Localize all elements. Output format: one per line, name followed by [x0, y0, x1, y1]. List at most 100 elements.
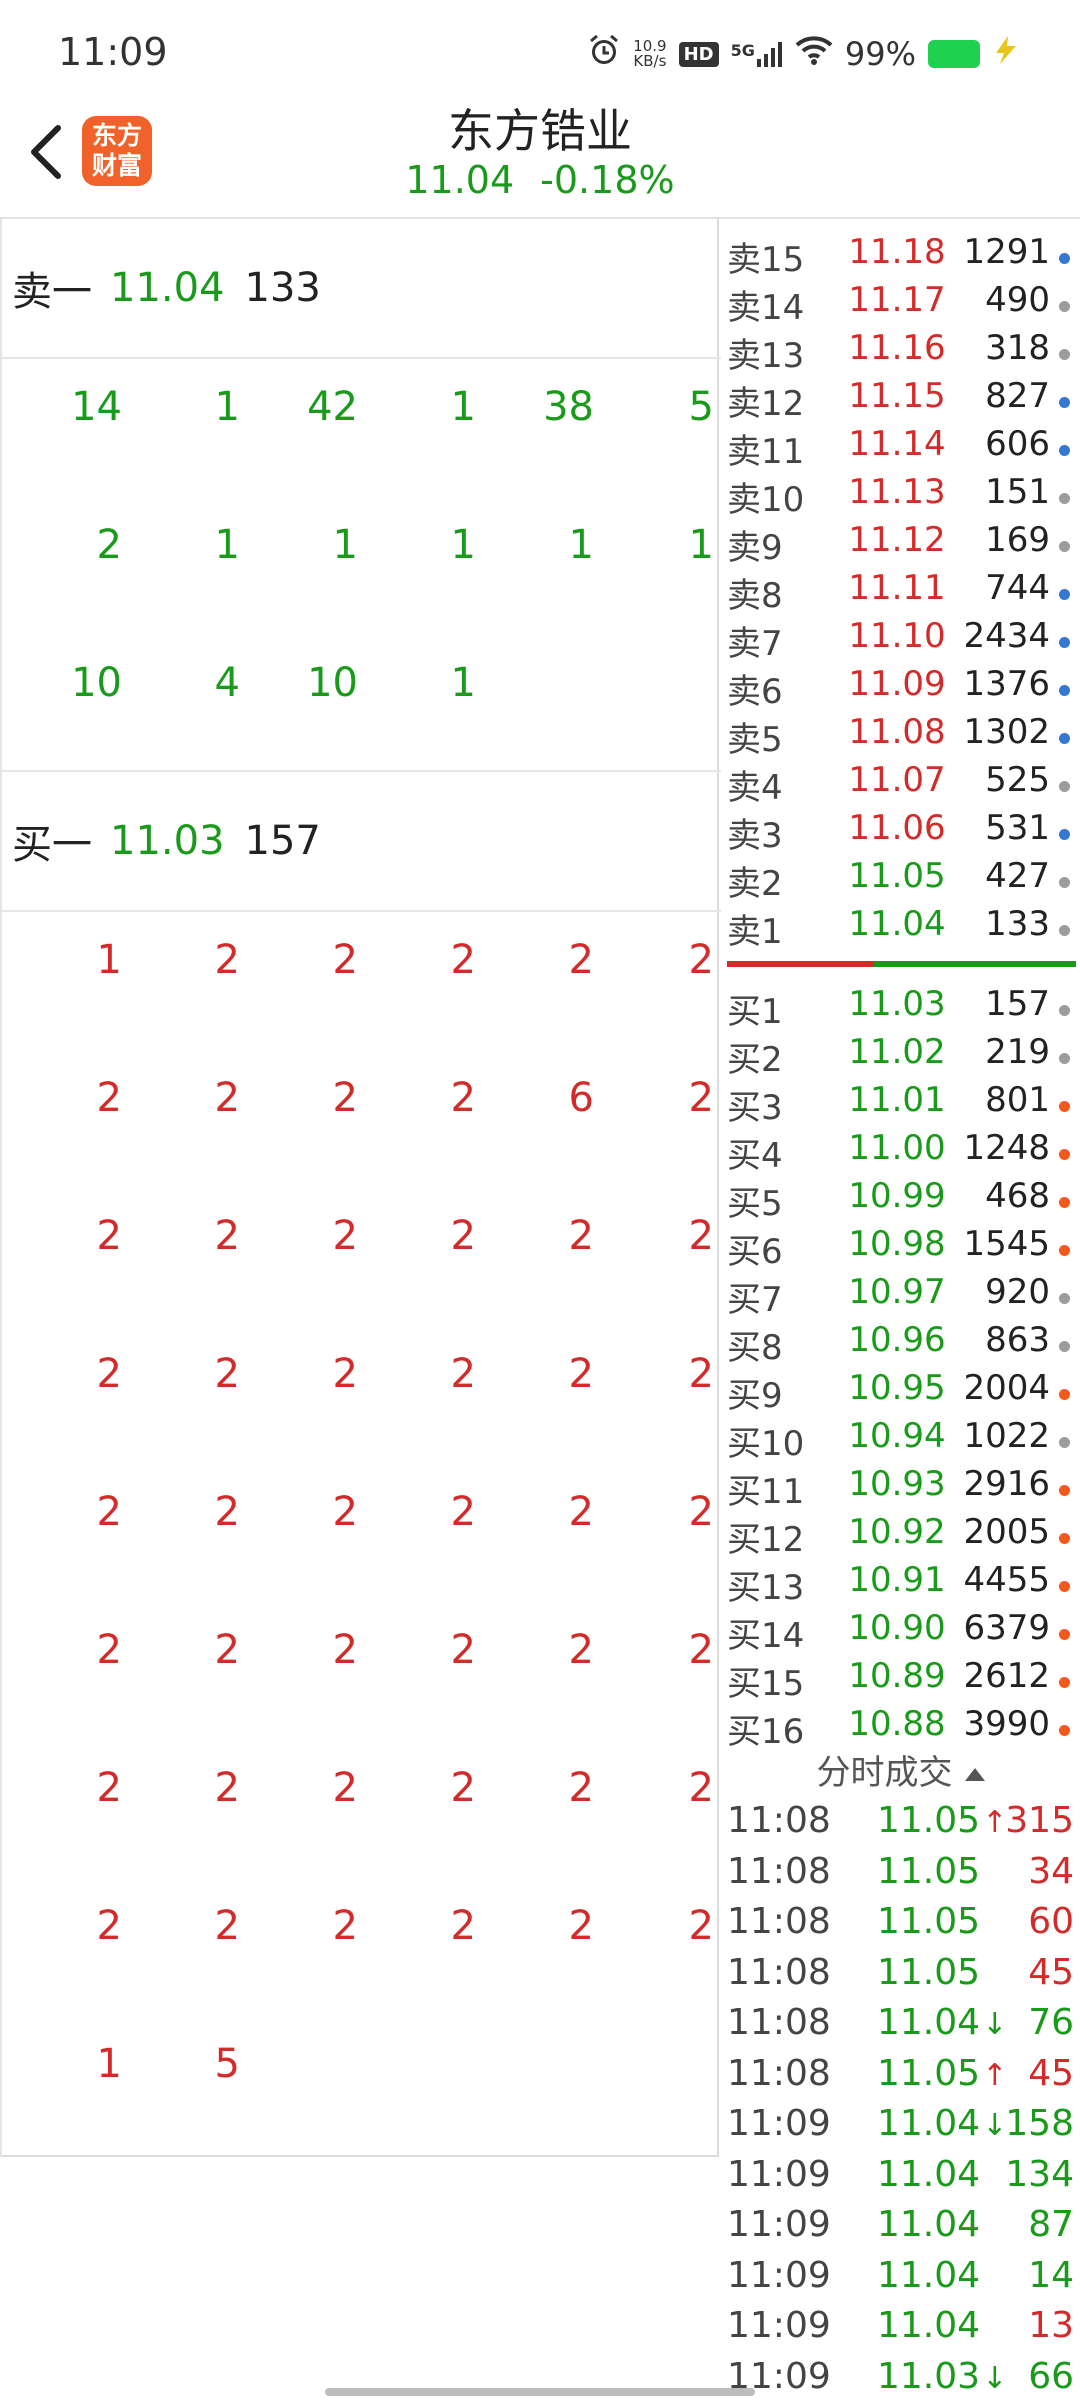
bid-level-price: 11.00	[848, 1128, 946, 1168]
sell1-queue-cell: 5	[688, 384, 714, 430]
buy1-queue-cell: 2	[96, 1903, 122, 1949]
bid-level-row: 买9 10.95 2004	[727, 1368, 1080, 1416]
current-price: 11.04	[405, 158, 515, 202]
indicator-dot-icon	[1059, 1485, 1070, 1496]
bid-level-price: 10.95	[848, 1368, 946, 1408]
ticks-toggle[interactable]: 分时成交	[721, 1745, 1080, 1795]
buy1-queue-cell: 5	[214, 2041, 240, 2087]
sell1-queue-cell: 10	[307, 660, 358, 706]
ask-level-row: 卖3 11.06 531	[727, 808, 1080, 856]
ask-level-volume: 169	[985, 520, 1050, 560]
ask-level-volume: 133	[985, 904, 1050, 944]
bid-level-volume: 1022	[963, 1416, 1050, 1456]
tick-price: 11.05	[877, 1901, 980, 1942]
bid-level-row: 买6 10.98 1545	[727, 1224, 1080, 1272]
buy1-queue-cell: 2	[568, 937, 594, 983]
buy1-queue-cell: 1	[96, 937, 122, 983]
bid-level-price: 11.03	[848, 984, 946, 1024]
change-percent: -0.18%	[540, 158, 675, 202]
ask-level-price: 11.09	[848, 664, 946, 704]
tick-volume: 45	[1028, 2052, 1074, 2094]
bid-level-volume: 2916	[963, 1464, 1050, 1504]
bid-level-label: 买14	[727, 1616, 805, 1656]
buy1-queue-cell: 2	[568, 1351, 594, 1397]
tick-volume: 60	[1028, 1901, 1074, 1942]
tick-row: 11:09 11.04↓ 158	[727, 2103, 1080, 2153]
bid-level-volume: 157	[985, 984, 1050, 1024]
divider	[2, 357, 721, 359]
ask-level-volume: 490	[985, 280, 1050, 320]
status-time: 11:09	[58, 30, 168, 74]
tick-volume: 158	[1005, 2103, 1074, 2144]
status-icons: 10.9 KB/s HD 5G 99%	[587, 30, 1020, 78]
indicator-dot-icon	[1059, 1053, 1070, 1064]
tick-row: 11:08 11.04↓ 76	[727, 2002, 1080, 2052]
tick-row: 11:09 11.04 14	[727, 2255, 1080, 2305]
ask-level-volume: 2434	[963, 616, 1050, 656]
buy1-queue-cell: 2	[96, 1627, 122, 1673]
ask-level-label: 卖11	[727, 432, 805, 472]
buy1-queue-cell: 2	[332, 1489, 358, 1535]
bid-level-volume: 468	[985, 1176, 1050, 1216]
bid-level-volume: 2004	[963, 1368, 1050, 1408]
bid-level-volume: 6379	[963, 1608, 1050, 1648]
ask-level-label: 卖12	[727, 384, 805, 424]
tick-price-value: 11.03	[877, 2355, 981, 2397]
bid-level-volume: 863	[985, 1320, 1050, 1360]
buy1-queue-cell: 2	[688, 937, 714, 983]
buy1-queue-cell: 2	[96, 1213, 122, 1259]
buy1-queue-cell: 2	[568, 1765, 594, 1811]
bid-level-label: 买10	[727, 1424, 805, 1464]
home-indicator[interactable]	[325, 2388, 755, 2396]
tick-price-value: 11.05	[877, 1951, 981, 1993]
buy1-queue-cell: 2	[96, 1489, 122, 1535]
ask-level-row: 卖5 11.08 1302	[727, 712, 1080, 760]
alarm-icon	[587, 33, 621, 75]
buy1-queue-cell: 2	[450, 937, 476, 983]
stock-quote: 11.04 -0.18%	[0, 158, 1080, 202]
bid-level-row: 买7 10.97 920	[727, 1272, 1080, 1320]
net-speed: 10.9 KB/s	[633, 39, 666, 69]
ask-level-row: 卖2 11.05 427	[727, 856, 1080, 904]
bid-level-row: 买5 10.99 468	[727, 1176, 1080, 1224]
bid-level-price: 10.92	[848, 1512, 946, 1552]
ask-level-price: 11.07	[848, 760, 946, 800]
indicator-dot-icon	[1059, 397, 1070, 408]
bid-level-volume: 2005	[963, 1512, 1050, 1552]
tick-volume: 66	[1028, 2355, 1074, 2397]
indicator-dot-icon	[1059, 925, 1070, 936]
bid-level-label: 买2	[727, 1040, 783, 1080]
tick-volume: 76	[1028, 2002, 1074, 2043]
ask-level-row: 卖15 11.18 1291	[727, 232, 1080, 280]
tick-volume: 87	[1028, 2204, 1074, 2245]
bid-level-row: 买10 10.94 1022	[727, 1416, 1080, 1464]
indicator-dot-icon	[1059, 541, 1070, 552]
buy1-queue-cell: 2	[688, 1627, 714, 1673]
tick-price-value: 11.05	[877, 1901, 981, 1942]
sell1-price: 11.04	[110, 265, 225, 311]
tick-price: 11.04↓	[877, 2002, 1007, 2043]
sell1-queue-cell: 38	[543, 384, 594, 430]
ask-level-label: 卖4	[727, 768, 783, 808]
sell1-queue-cell: 42	[307, 384, 358, 430]
buy1-queue-cell: 2	[332, 1903, 358, 1949]
sell1-queue-cell: 4	[214, 660, 240, 706]
tick-price-value: 11.05	[877, 1800, 981, 1841]
tick-price-value: 11.04	[877, 2153, 981, 2195]
bid-level-label: 买8	[727, 1328, 783, 1368]
tick-price: 11.04	[877, 2305, 980, 2346]
ask-level-row: 卖13 11.16 318	[727, 328, 1080, 376]
ask-level-price: 11.13	[848, 472, 946, 512]
buy1-queue-cell: 2	[568, 1627, 594, 1673]
bid-level-price: 10.88	[848, 1704, 946, 1744]
buy1-queue-cell: 2	[214, 1351, 240, 1397]
tick-price-value: 11.04	[877, 2204, 981, 2245]
ask-level-price: 11.16	[848, 328, 946, 368]
bid-level-price: 10.99	[848, 1176, 946, 1216]
indicator-dot-icon	[1059, 1341, 1070, 1352]
ask-level-price: 11.15	[848, 376, 946, 416]
buy1-queue-cell: 2	[332, 1075, 358, 1121]
indicator-dot-icon	[1059, 349, 1070, 360]
indicator-dot-icon	[1059, 1389, 1070, 1400]
ask-level-price: 11.06	[848, 808, 946, 848]
